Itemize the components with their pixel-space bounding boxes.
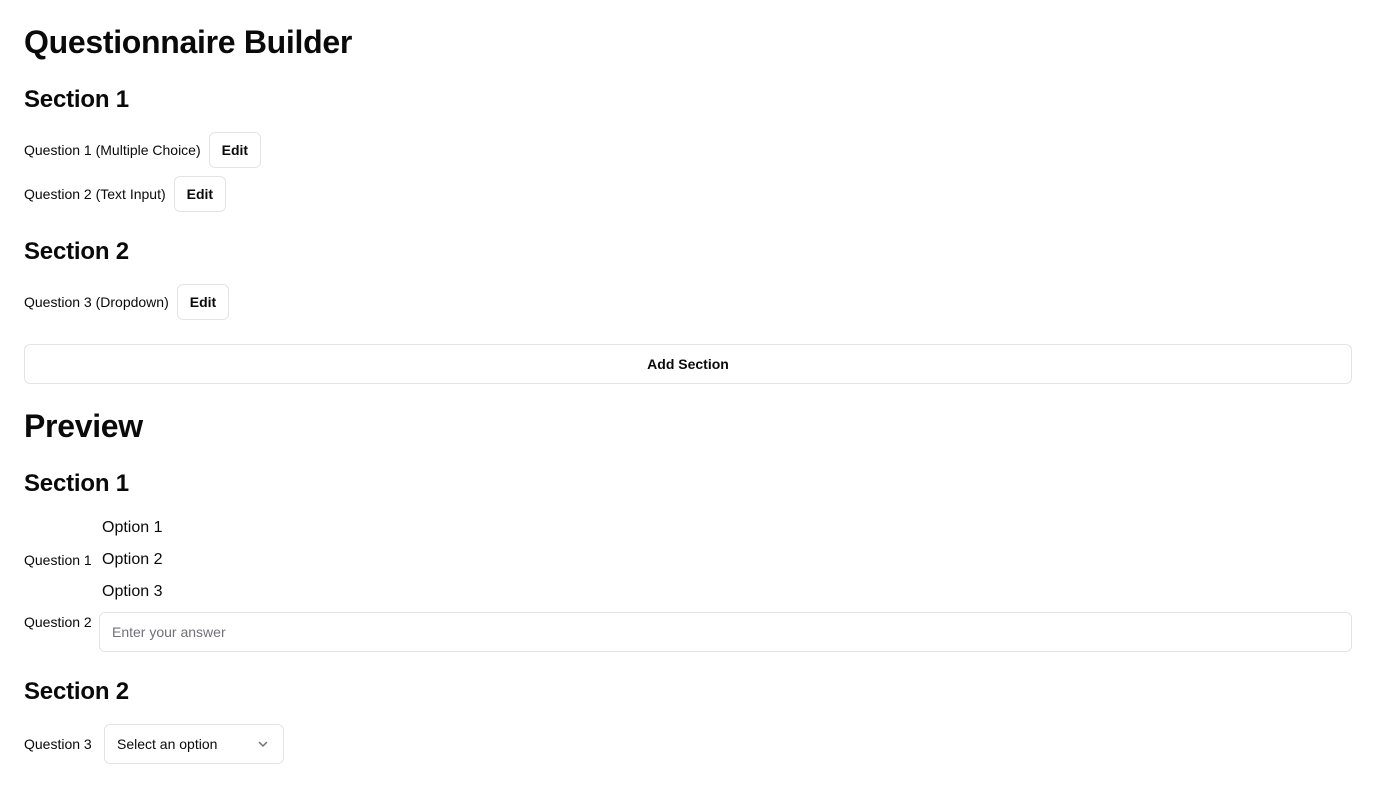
chevron-down-icon bbox=[255, 736, 271, 752]
preview-section-1-title: Section 1 bbox=[24, 470, 129, 497]
builder-question-label: Question 3 (Dropdown) bbox=[24, 294, 169, 310]
edit-question-3-button[interactable]: Edit bbox=[176, 284, 230, 320]
select-value: Select an option bbox=[117, 736, 218, 752]
builder-question-label: Question 1 (Multiple Choice) bbox=[24, 142, 201, 158]
preview-section-2-title: Section 2 bbox=[24, 678, 129, 705]
questionnaire-page: Questionnaire Builder Section 1 Question… bbox=[0, 0, 1376, 788]
preview-question-1-label: Question 1 bbox=[24, 552, 92, 568]
builder-question-label: Question 2 (Text Input) bbox=[24, 186, 166, 202]
preview-question-2-label: Question 2 bbox=[24, 614, 92, 630]
question-1-options: Option 1 Option 2 Option 3 bbox=[102, 518, 162, 614]
preview-title: Preview bbox=[24, 408, 143, 444]
edit-question-1-button[interactable]: Edit bbox=[208, 132, 262, 168]
page-title: Questionnaire Builder bbox=[24, 24, 352, 60]
builder-section-1-title: Section 1 bbox=[24, 86, 129, 113]
answer-input[interactable] bbox=[99, 612, 1352, 652]
preview-question-3-label: Question 3 bbox=[24, 736, 92, 752]
edit-question-2-button[interactable]: Edit bbox=[173, 176, 227, 212]
add-section-button[interactable]: Add Section bbox=[24, 344, 1352, 384]
builder-section-2-title: Section 2 bbox=[24, 238, 129, 265]
option-3[interactable]: Option 3 bbox=[102, 582, 162, 614]
option-1[interactable]: Option 1 bbox=[102, 518, 162, 550]
option-2[interactable]: Option 2 bbox=[102, 550, 162, 582]
builder-question-row: Question 3 (Dropdown) Edit bbox=[24, 284, 230, 320]
builder-question-row: Question 1 (Multiple Choice) Edit bbox=[24, 132, 262, 168]
builder-question-row: Question 2 (Text Input) Edit bbox=[24, 176, 227, 212]
question-3-select[interactable]: Select an option bbox=[104, 724, 284, 764]
